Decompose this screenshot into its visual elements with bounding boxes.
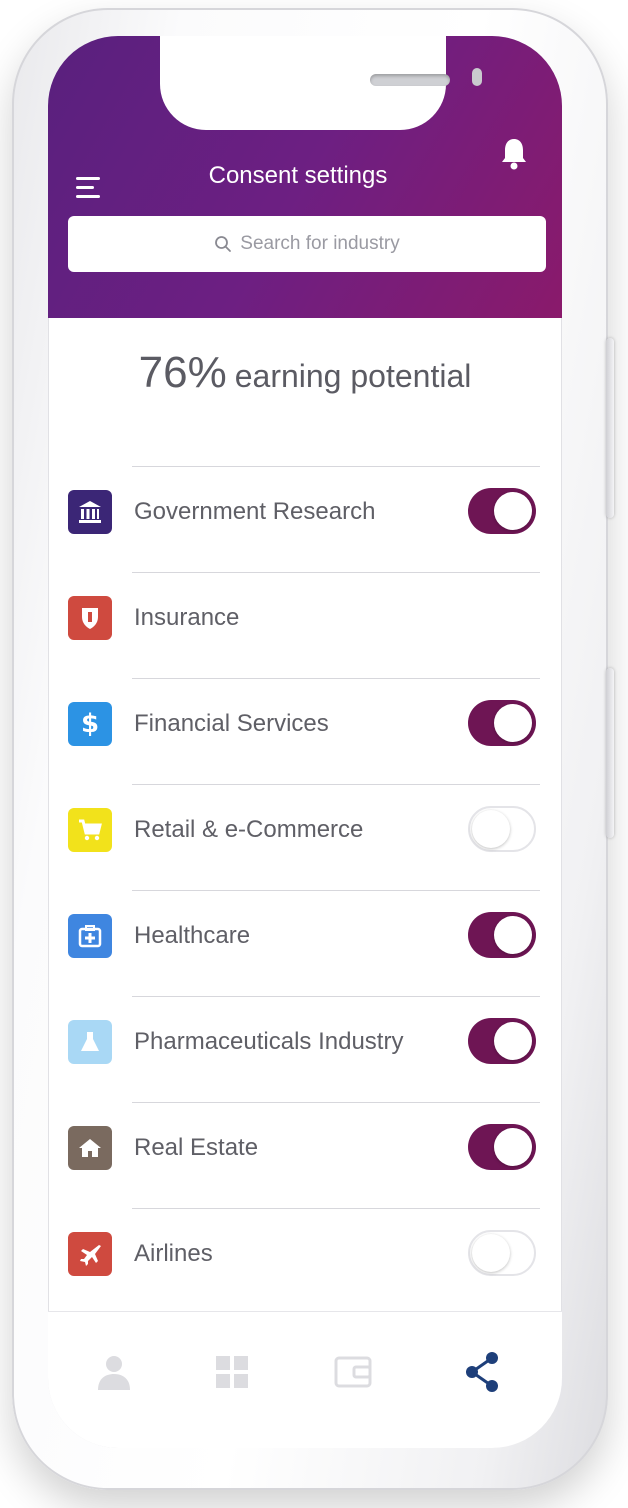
industry-list: Government Research Insurance $ Financial S… (48, 466, 562, 1314)
front-camera (472, 68, 482, 86)
side-button (606, 338, 614, 518)
phone-screen: Consent settings Search for industry 76%… (48, 36, 562, 1448)
earning-potential: 76% earning potential (48, 348, 562, 398)
row-divider (132, 678, 540, 679)
page-title: Consent settings (208, 162, 388, 189)
industry-row[interactable]: $ Financial Services (48, 678, 562, 784)
search-icon (215, 236, 232, 252)
wallet-icon[interactable] (330, 1348, 378, 1396)
industry-row[interactable]: Real Estate (48, 1102, 562, 1208)
share-icon[interactable] (458, 1348, 506, 1396)
industry-row[interactable]: Healthcare (48, 890, 562, 996)
bottom-nav (48, 1311, 562, 1448)
row-divider (132, 466, 540, 467)
row-divider (132, 1208, 540, 1209)
row-divider (132, 1102, 540, 1103)
bank-icon (68, 490, 112, 534)
consent-toggle[interactable] (468, 700, 536, 746)
toggle-knob (494, 916, 532, 954)
person-icon[interactable] (90, 1348, 138, 1396)
row-divider (132, 784, 540, 785)
phone-notch (160, 36, 482, 130)
industry-row[interactable]: Pharmaceuticals Industry (48, 996, 562, 1102)
consent-toggle[interactable] (468, 1018, 536, 1064)
consent-toggle[interactable] (468, 1230, 536, 1276)
medical-kit-icon (68, 914, 112, 958)
row-divider (132, 996, 540, 997)
side-button (606, 668, 614, 838)
earning-label: earning potential (234, 358, 472, 394)
earning-percent: 76% (138, 348, 227, 397)
industry-label: Financial Services (134, 710, 329, 737)
industry-row[interactable]: Retail & e-Commerce (48, 784, 562, 890)
consent-toggle[interactable] (468, 1124, 536, 1170)
airplane-icon (68, 1232, 112, 1276)
bell-icon[interactable] (500, 136, 528, 172)
dollar-icon: $ (68, 702, 112, 746)
consent-toggle[interactable] (468, 488, 536, 534)
industry-label: Insurance (134, 604, 240, 631)
flask-icon (68, 1020, 112, 1064)
industry-label: Real Estate (134, 1134, 259, 1161)
row-divider (132, 890, 540, 891)
industry-row[interactable]: Airlines (48, 1208, 562, 1314)
toggle-knob (494, 704, 532, 742)
search-input[interactable]: Search for industry (68, 216, 546, 272)
industry-label: Retail & e-Commerce (134, 816, 364, 843)
industry-row[interactable]: Government Research (48, 466, 562, 572)
toggle-knob (494, 1022, 532, 1060)
menu-icon[interactable] (76, 174, 104, 200)
speaker-grille (370, 74, 450, 86)
toggle-knob (472, 1234, 510, 1272)
industry-label: Airlines (134, 1240, 213, 1267)
toggle-knob (494, 1128, 532, 1166)
industry-label: Pharmaceuticals Industry (134, 1028, 404, 1055)
grid-icon[interactable] (208, 1348, 256, 1396)
toggle-knob (472, 810, 510, 848)
house-icon (68, 1126, 112, 1170)
consent-toggle[interactable] (468, 806, 536, 852)
toggle-knob (494, 492, 532, 530)
phone-frame: Consent settings Search for industry 76%… (12, 8, 614, 1490)
industry-label: Healthcare (134, 922, 251, 949)
search-placeholder: Search for industry (240, 233, 400, 254)
shield-icon (68, 596, 112, 640)
industry-row[interactable]: Insurance (48, 572, 562, 678)
cart-icon (68, 808, 112, 852)
app-header: Consent settings Search for industry (48, 36, 562, 318)
industry-label: Government Research (134, 498, 376, 525)
consent-toggle[interactable] (468, 912, 536, 958)
row-divider (132, 572, 540, 573)
